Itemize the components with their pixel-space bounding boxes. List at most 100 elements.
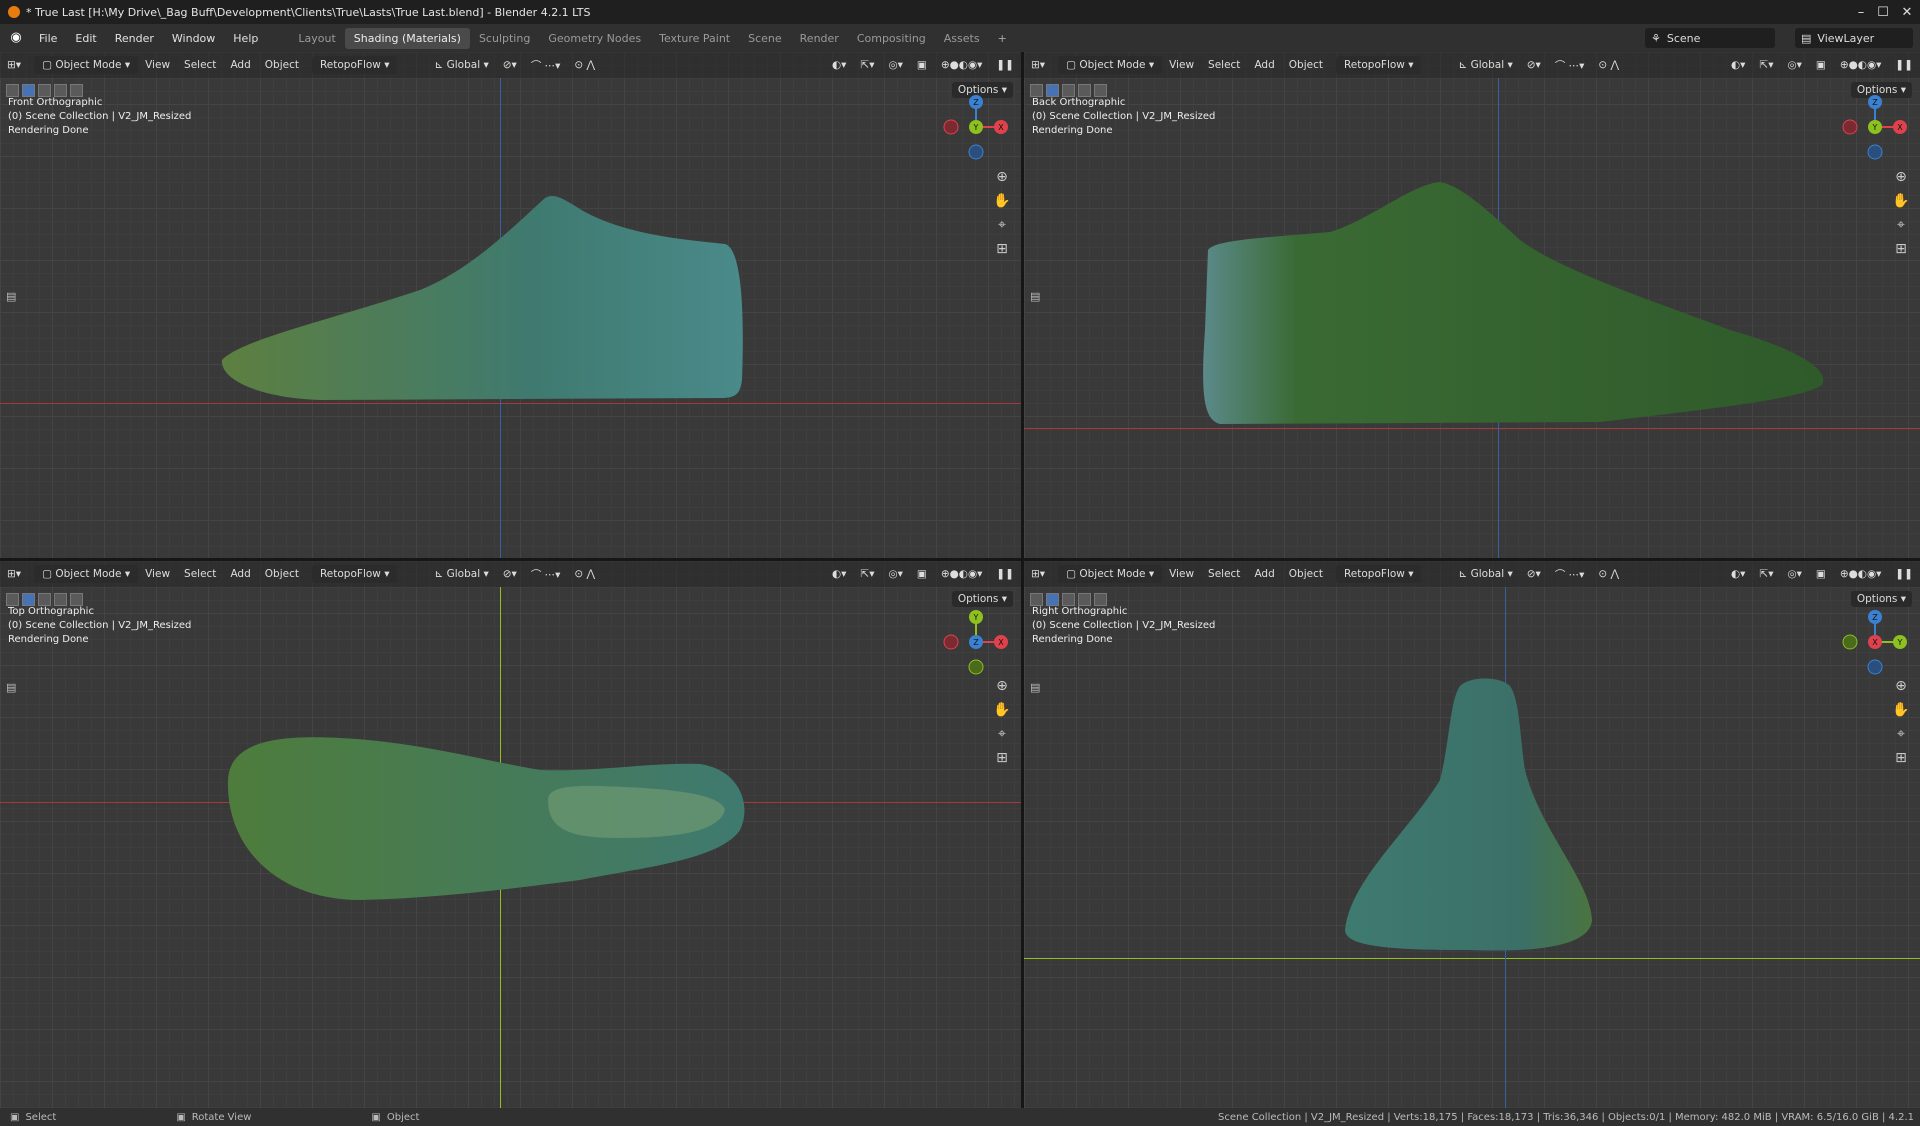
menu-file[interactable]: File (30, 29, 66, 48)
zoom-icon[interactable]: ⊕ (991, 166, 1013, 188)
retopoflow-menu[interactable]: RetopoFlow ▾ (1335, 565, 1422, 583)
mode-selector[interactable]: ▢ Object Mode ▾ (34, 565, 139, 583)
editor-type-icon[interactable]: ⊞▾ (1024, 57, 1052, 73)
menu-select[interactable]: Select (177, 566, 223, 582)
viewport-1[interactable]: ⊞▾ ▢ Object Mode ▾ View Select Add Objec… (1024, 52, 1920, 558)
ortho-grid-icon[interactable]: ⊞ (991, 747, 1013, 769)
menu-view[interactable]: View (138, 566, 177, 582)
proportional-edit-icon[interactable]: ⊙ ⋀ (1591, 57, 1626, 73)
menu-view[interactable]: View (1162, 57, 1201, 73)
xray-icon[interactable]: ▣ (910, 57, 934, 73)
navigation-gizmo[interactable]: Z Y X (1840, 607, 1910, 677)
camera-view-icon[interactable]: ⌖ (991, 214, 1013, 236)
camera-view-icon[interactable]: ⌖ (991, 723, 1013, 745)
tool-icon[interactable] (6, 83, 19, 97)
retopoflow-menu[interactable]: RetopoFlow ▾ (1335, 56, 1422, 74)
pivot-icon[interactable]: ⊘▾ (1520, 57, 1548, 73)
menu-object[interactable]: Object (258, 566, 306, 582)
visibility-icon[interactable]: ◐▾ (1724, 566, 1752, 582)
select-subtract-icon[interactable] (1078, 592, 1091, 606)
shading-modes-icon[interactable]: ⊕●◐◉▾ (1833, 566, 1889, 582)
menu-render[interactable]: Render (106, 29, 163, 48)
pivot-icon[interactable]: ⊘▾ (1520, 566, 1548, 582)
select-subtract-icon[interactable] (1078, 83, 1091, 97)
pause-render-icon[interactable]: ❚❚ (989, 566, 1021, 582)
toolbar-toggle-icon[interactable]: ▤ (6, 681, 20, 695)
pivot-icon[interactable]: ⊘▾ (496, 57, 524, 73)
zoom-icon[interactable]: ⊕ (1890, 675, 1912, 697)
snap-icon[interactable]: ⌒ ⋯▾ (524, 56, 568, 75)
zoom-icon[interactable]: ⊕ (991, 675, 1013, 697)
retopoflow-menu[interactable]: RetopoFlow ▾ (311, 56, 398, 74)
transform-orientation[interactable]: ⊾ Global ▾ (1451, 57, 1519, 73)
ortho-grid-icon[interactable]: ⊞ (1890, 747, 1912, 769)
select-intersect-icon[interactable] (1094, 83, 1107, 97)
pan-hand-icon[interactable]: ✋ (1890, 190, 1912, 212)
proportional-edit-icon[interactable]: ⊙ ⋀ (1591, 566, 1626, 582)
menu-select[interactable]: Select (177, 57, 223, 73)
pause-render-icon[interactable]: ❚❚ (1888, 566, 1920, 582)
editor-type-icon[interactable]: ⊞▾ (1024, 566, 1052, 582)
tab-shading[interactable]: Shading (Materials) (344, 27, 470, 49)
menu-select[interactable]: Select (1201, 57, 1247, 73)
options-dropdown[interactable]: Options ▾ (1850, 591, 1912, 607)
camera-view-icon[interactable]: ⌖ (1890, 214, 1912, 236)
select-intersect-icon[interactable] (70, 83, 83, 97)
select-subtract-icon[interactable] (54, 83, 67, 97)
snap-icon[interactable]: ⌒ ⋯▾ (524, 565, 568, 584)
camera-view-icon[interactable]: ⌖ (1890, 723, 1912, 745)
gizmo-toggle-icon[interactable]: ⇱▾ (1752, 566, 1780, 582)
select-intersect-icon[interactable] (1094, 592, 1107, 606)
menu-add[interactable]: Add (1247, 566, 1281, 582)
menu-object[interactable]: Object (258, 57, 306, 73)
options-dropdown[interactable]: Options ▾ (951, 591, 1013, 607)
menu-add[interactable]: Add (1247, 57, 1281, 73)
toolbar-toggle-icon[interactable]: ▤ (6, 290, 20, 304)
xray-icon[interactable]: ▣ (1809, 566, 1833, 582)
pan-hand-icon[interactable]: ✋ (991, 699, 1013, 721)
snap-icon[interactable]: ⌒ ⋯▾ (1548, 565, 1592, 584)
menu-add[interactable]: Add (223, 566, 257, 582)
toolbar-toggle-icon[interactable]: ▤ (1030, 681, 1044, 695)
shading-modes-icon[interactable]: ⊕●◐◉▾ (934, 566, 990, 582)
tool-icon[interactable] (1030, 83, 1043, 97)
proportional-edit-icon[interactable]: ⊙ ⋀ (567, 566, 602, 582)
viewlayer-selector[interactable]: ▤ ViewLayer (1795, 28, 1913, 48)
overlay-toggle-icon[interactable]: ◎▾ (881, 566, 909, 582)
menu-object[interactable]: Object (1282, 566, 1330, 582)
gizmo-toggle-icon[interactable]: ⇱▾ (1752, 57, 1780, 73)
pause-render-icon[interactable]: ❚❚ (1888, 57, 1920, 73)
menu-view[interactable]: View (138, 57, 177, 73)
navigation-gizmo[interactable]: Z X Y (1840, 92, 1910, 162)
editor-type-icon[interactable]: ⊞▾ (0, 566, 28, 582)
ortho-grid-icon[interactable]: ⊞ (991, 238, 1013, 260)
pause-render-icon[interactable]: ❚❚ (989, 57, 1021, 73)
proportional-edit-icon[interactable]: ⊙ ⋀ (567, 57, 602, 73)
tab-assets[interactable]: Assets (935, 28, 989, 49)
visibility-icon[interactable]: ◐▾ (825, 57, 853, 73)
tab-geometry-nodes[interactable]: Geometry Nodes (539, 28, 650, 49)
menu-help[interactable]: Help (224, 29, 267, 48)
tab-compositing[interactable]: Compositing (848, 28, 935, 49)
select-intersect-icon[interactable] (70, 592, 83, 606)
xray-icon[interactable]: ▣ (910, 566, 934, 582)
select-extend-icon[interactable] (1062, 592, 1075, 606)
transform-orientation[interactable]: ⊾ Global ▾ (427, 57, 495, 73)
menu-add[interactable]: Add (223, 57, 257, 73)
menu-window[interactable]: Window (163, 29, 224, 48)
zoom-icon[interactable]: ⊕ (1890, 166, 1912, 188)
select-new-icon[interactable] (22, 83, 35, 97)
gizmo-toggle-icon[interactable]: ⇱▾ (853, 566, 881, 582)
tool-icon[interactable] (6, 592, 19, 606)
menu-view[interactable]: View (1162, 566, 1201, 582)
shading-modes-icon[interactable]: ⊕●◐◉▾ (1833, 57, 1889, 73)
overlay-toggle-icon[interactable]: ◎▾ (1780, 566, 1808, 582)
close-window-button[interactable]: ✕ (1884, 0, 1920, 24)
viewport-2[interactable]: ⊞▾ ▢ Object Mode ▾ View Select Add Objec… (0, 561, 1021, 1108)
menu-object[interactable]: Object (1282, 57, 1330, 73)
select-extend-icon[interactable] (38, 83, 51, 97)
xray-icon[interactable]: ▣ (1809, 57, 1833, 73)
select-extend-icon[interactable] (1062, 83, 1075, 97)
menu-edit[interactable]: Edit (66, 29, 105, 48)
toolbar-toggle-icon[interactable]: ▤ (1030, 290, 1044, 304)
